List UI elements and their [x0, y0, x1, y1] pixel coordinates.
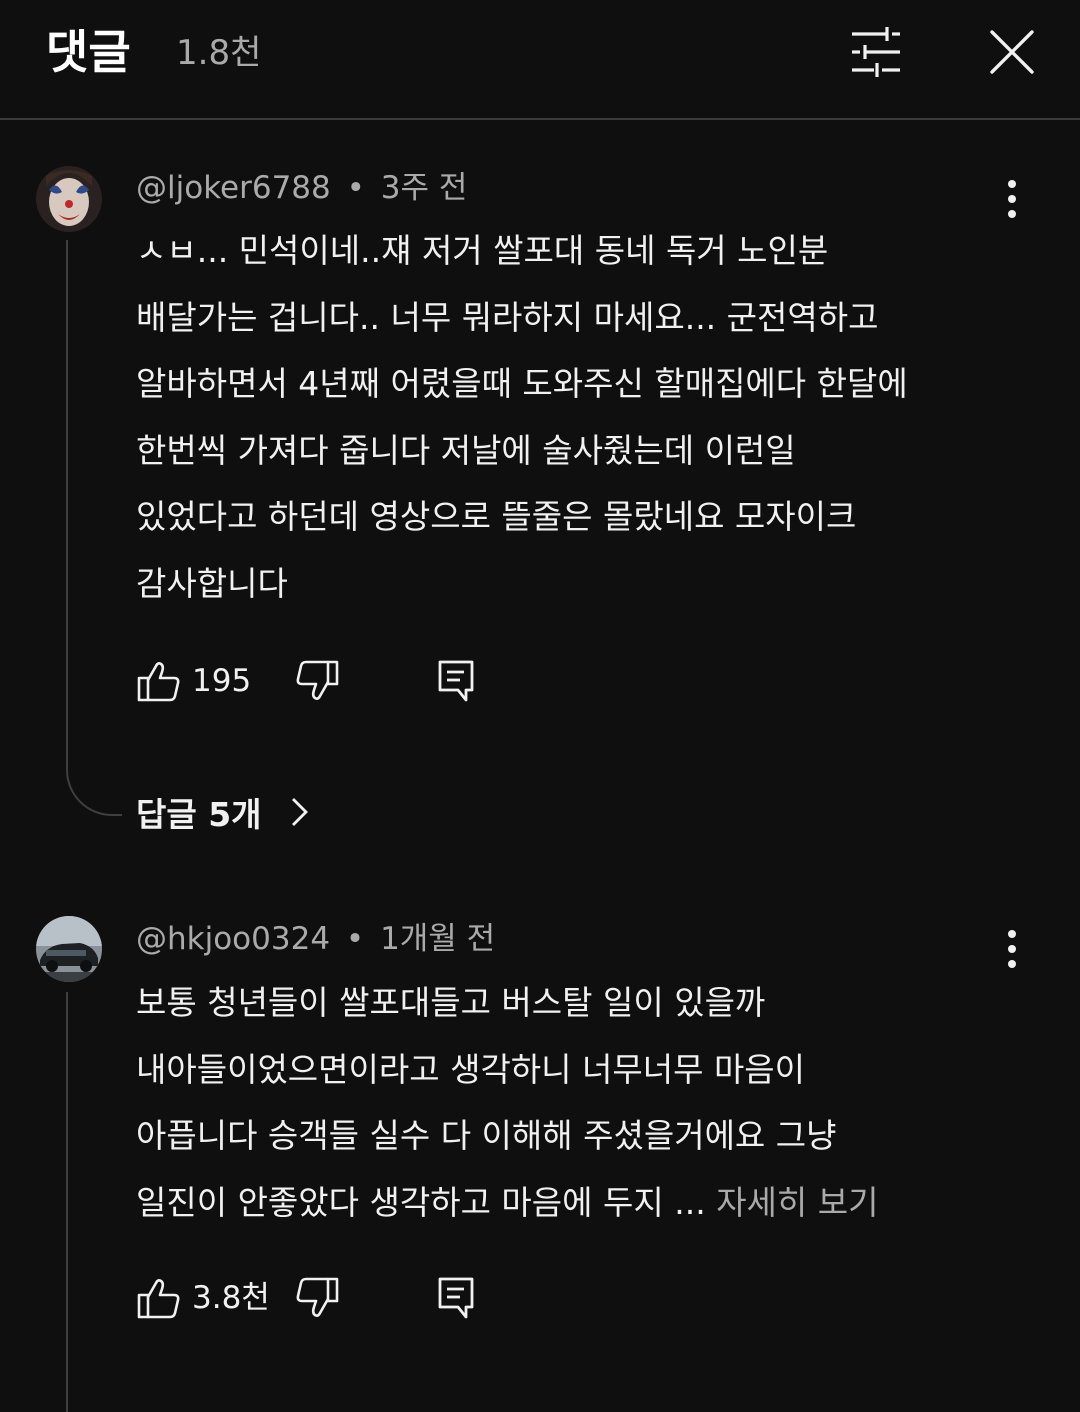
dislike-button[interactable] — [294, 658, 340, 704]
view-replies-button[interactable]: 답글 5개 — [136, 792, 313, 838]
comments-header: 댓글 1.8천 — [0, 0, 1080, 120]
read-more-link[interactable]: 자세히 보기 — [716, 1183, 878, 1222]
thread-line — [66, 992, 68, 1412]
comment-line: 배달가는 겁니다.. 너무 뭐라하지 마세요... 군전역하고 — [136, 297, 879, 337]
comment-meta: @hkjoo0324 • 1개월 전 — [136, 919, 495, 959]
thumbs-up-icon — [137, 1279, 180, 1319]
comment-time: 3주 전 — [380, 170, 468, 206]
dislike-button[interactable] — [294, 1275, 340, 1321]
comment-line: 감사합니다 — [136, 563, 288, 603]
meta-separator: • — [345, 921, 365, 957]
comment-more-button[interactable] — [992, 924, 1032, 974]
comments-title: 댓글 — [46, 25, 131, 79]
like-count: 3.8천 — [192, 1280, 270, 1316]
thumbs-up-icon — [137, 662, 180, 702]
comment-more-button[interactable] — [992, 174, 1032, 224]
replies-label: 답글 5개 — [136, 795, 262, 834]
like-count: 195 — [192, 663, 252, 699]
comment-body: 보통 청년들이 쌀포대들고 버스탈 일이 있을까 내아들이었으면이라고 생각하니… — [136, 970, 1016, 1236]
comment-actions: 195 — [136, 658, 536, 708]
meta-separator: • — [346, 170, 365, 206]
like-button[interactable] — [136, 658, 182, 704]
reply-button[interactable] — [434, 1275, 480, 1321]
avatar[interactable] — [36, 916, 102, 982]
comment-actions: 3.8천 — [136, 1275, 536, 1325]
comment-body: ㅅㅂ... 민석이네..쟤 저거 쌀포대 동네 독거 노인분 배달가는 겁니다.… — [136, 218, 1016, 618]
comment-time: 1개월 전 — [380, 921, 496, 957]
comment-line: 보통 청년들이 쌀포대들고 버스탈 일이 있을까 — [136, 983, 766, 1022]
chevron-right-icon — [292, 798, 309, 826]
more-vertical-icon — [1008, 930, 1016, 968]
sort-filter-button[interactable] — [846, 22, 906, 82]
sliders-icon — [852, 27, 900, 77]
like-button[interactable] — [136, 1275, 182, 1321]
comment-line: 아픕니다 승객들 실수 다 이해해 주셨을거에요 그냥 — [136, 1116, 837, 1156]
comment-line-text: 일진이 안좋았다 생각하고 마음에 두지 ... — [136, 1182, 706, 1222]
comments-count: 1.8천 — [176, 33, 262, 73]
comment-line: 일진이 안좋았다 생각하고 마음에 두지 ... 자세히 보기 — [136, 1170, 1016, 1237]
reply-icon — [438, 660, 474, 702]
close-button[interactable] — [982, 22, 1042, 82]
comment-author[interactable]: @hkjoo0324 — [136, 921, 330, 957]
reply-button[interactable] — [434, 658, 480, 704]
car-avatar-image — [36, 916, 102, 982]
clown-avatar-image — [36, 166, 102, 232]
close-icon — [990, 30, 1034, 74]
thumbs-down-icon — [296, 1277, 339, 1317]
thread-curve — [66, 766, 122, 816]
thumbs-down-icon — [296, 660, 339, 700]
comment-line: ㅅㅂ... 민석이네..쟤 저거 쌀포대 동네 독거 노인분 — [136, 231, 829, 270]
avatar[interactable] — [36, 166, 102, 232]
comment-line: 내아들이었으면이라고 생각하니 너무너무 마음이 — [136, 1049, 806, 1089]
more-vertical-icon — [1008, 180, 1016, 218]
thread-line — [66, 240, 68, 770]
comment-line: 한번씩 가져다 줍니다 저날에 술사줬는데 이런일 — [136, 430, 796, 470]
reply-icon — [438, 1277, 474, 1319]
comment-line: 있었다고 하던데 영상으로 뜰줄은 몰랐네요 모자이크 — [136, 497, 857, 537]
comment-meta: @ljoker6788 • 3주 전 — [136, 168, 467, 208]
comment-line: 알바하면서 4년째 어렸을때 도와주신 할매집에다 한달에 — [136, 364, 908, 404]
comment-author[interactable]: @ljoker6788 — [136, 170, 331, 206]
